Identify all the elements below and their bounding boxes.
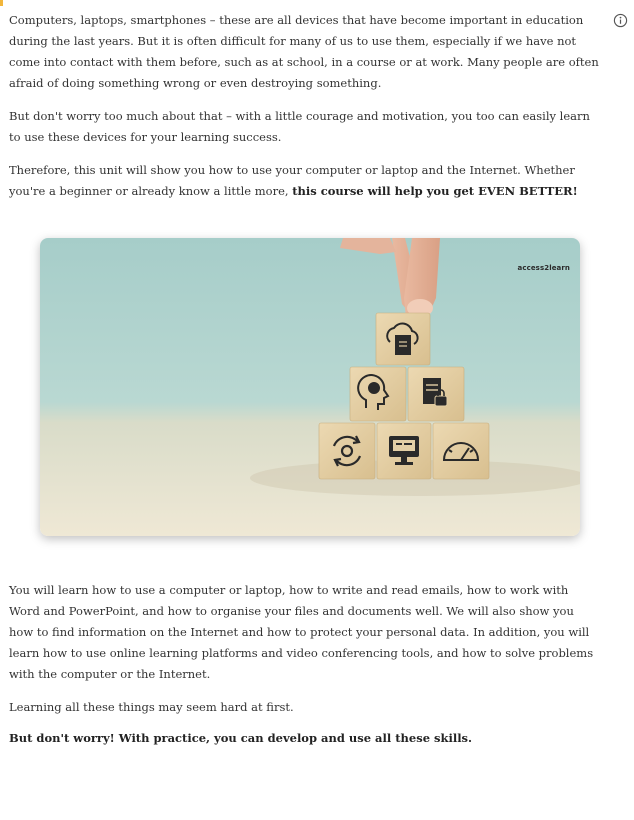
intro-paragraph-3: Therefore, this unit will show you how t…	[9, 160, 620, 202]
intro-paragraph-3-emphasis: this course will help you get EVEN BETTE…	[292, 184, 578, 198]
course-unit-page: Computers, laptops, smartphones – these …	[0, 0, 634, 820]
figure-container: access2learn	[9, 238, 620, 568]
wooden-cubes-image: access2learn	[40, 238, 580, 536]
image-brand-logo: access2learn	[517, 264, 570, 272]
intro-paragraph-1: Computers, laptops, smartphones – these …	[9, 13, 599, 90]
intro-paragraph-2: But don't worry too much about that – wi…	[9, 109, 590, 144]
body-paragraph-2: Learning all these things may seem hard …	[9, 700, 294, 714]
closing-statement: But don't worry! With practice, you can …	[9, 731, 473, 745]
info-circle-icon[interactable]	[613, 13, 628, 28]
body-section: You will learn how to use a computer or …	[9, 580, 620, 749]
accent-bar	[0, 0, 3, 6]
body-paragraph-1: You will learn how to use a computer or …	[9, 583, 594, 681]
cube-pyramid-illustration	[40, 238, 580, 536]
